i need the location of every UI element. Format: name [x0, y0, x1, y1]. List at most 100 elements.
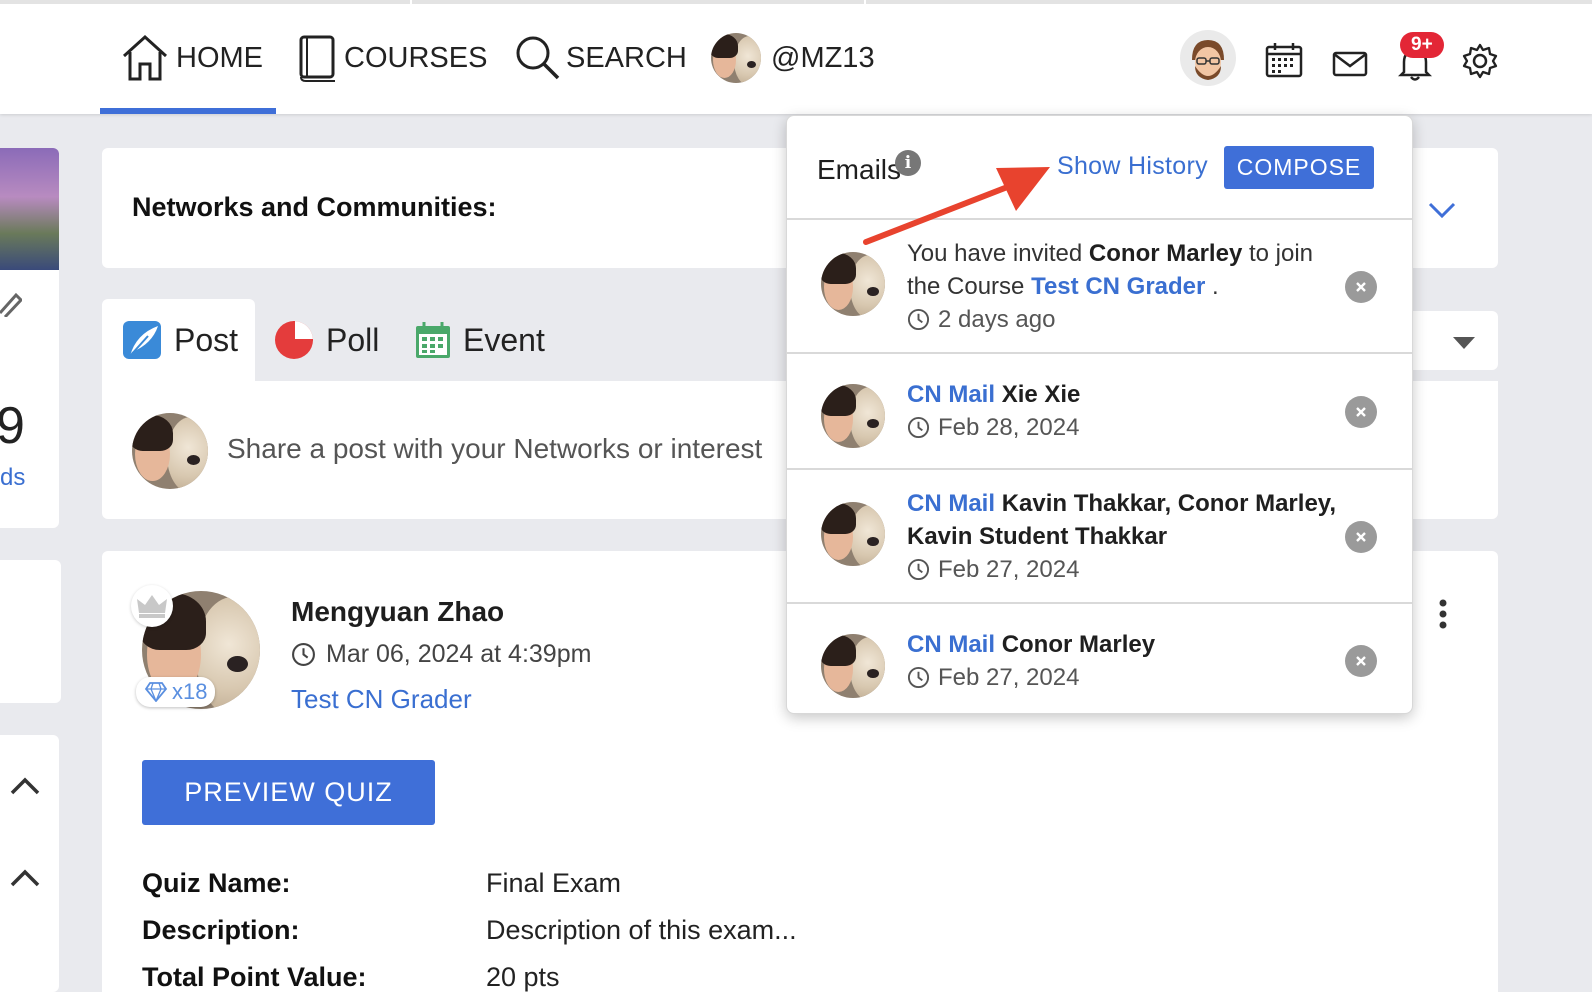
feather-icon	[123, 321, 161, 359]
tab-post[interactable]: Post	[102, 299, 255, 381]
email-item[interactable]: CN Mail Conor Marley Feb 27, 2024	[787, 604, 1412, 713]
close-icon	[1356, 532, 1366, 542]
clock-icon	[907, 308, 930, 331]
post-course-link[interactable]: Test CN Grader	[291, 684, 472, 715]
networks-title: Networks and Communities:	[132, 192, 497, 222]
left-profile-card: 9 ds	[0, 148, 59, 528]
mail-button[interactable]	[1332, 51, 1368, 82]
user-avatar-button[interactable]	[1180, 30, 1236, 91]
left-collapse-card	[0, 735, 59, 992]
share-input-placeholder[interactable]: Share a post with your Networks or inter…	[227, 433, 762, 465]
email-time: 2 days ago	[907, 303, 1347, 336]
top-navigation-bar: HOME COURSES SEARCH @MZ13 9+	[0, 0, 1592, 114]
tab-poll-label: Poll	[326, 321, 380, 358]
chevron-up-icon[interactable]	[10, 869, 40, 887]
cn-mail-link[interactable]: CN Mail	[907, 490, 995, 517]
close-icon	[1356, 656, 1366, 666]
dismiss-email-button[interactable]	[1345, 271, 1377, 303]
email-time: Feb 27, 2024	[907, 553, 1352, 586]
description-label: Description:	[142, 915, 300, 945]
active-tab-indicator	[100, 108, 276, 114]
gear-icon	[1462, 43, 1498, 79]
email-time: Feb 27, 2024	[907, 661, 1347, 694]
gem-count: x18	[172, 679, 208, 704]
dismiss-email-button[interactable]	[1345, 396, 1377, 428]
emails-dropdown: Emails i Show History COMPOSE You have i…	[786, 115, 1413, 714]
post-date-text: Mar 06, 2024 at 4:39pm	[326, 640, 592, 668]
email-text: CN Mail Kavin Thakkar, Conor Marley, Kav…	[907, 487, 1352, 586]
quiz-name-label: Quiz Name:	[142, 868, 291, 898]
clock-icon	[907, 416, 930, 439]
calendar-button[interactable]	[1265, 42, 1303, 83]
dismiss-email-button[interactable]	[1345, 645, 1377, 677]
calendar-icon	[1265, 43, 1303, 78]
email-time: Feb 28, 2024	[907, 411, 1347, 444]
cn-mail-link[interactable]: CN Mail	[907, 381, 995, 408]
book-icon	[299, 35, 335, 82]
email-text: CN Mail Xie Xie Feb 28, 2024	[907, 378, 1347, 444]
clock-icon	[292, 643, 315, 666]
nav-search[interactable]: SEARCH	[514, 28, 687, 88]
composer-avatar	[132, 413, 208, 489]
calendar-icon	[416, 322, 450, 358]
description-value: Description of this exam...	[486, 915, 797, 945]
nav-courses[interactable]: COURSES	[298, 28, 487, 88]
sender-avatar	[821, 634, 885, 698]
diamond-icon	[144, 682, 168, 702]
notification-count-badge: 9+	[1400, 32, 1444, 58]
nav-courses-label: COURSES	[344, 41, 488, 74]
info-icon[interactable]: i	[895, 150, 921, 176]
email-item[interactable]: CN Mail Kavin Thakkar, Conor Marley, Kav…	[787, 470, 1412, 604]
clock-icon	[907, 666, 930, 689]
pie-chart-icon	[275, 321, 313, 359]
nav-search-label: SEARCH	[566, 41, 687, 74]
home-icon	[122, 34, 168, 81]
email-item[interactable]: You have invited Conor Marley to join th…	[787, 220, 1412, 354]
nav-home[interactable]: HOME	[120, 28, 263, 88]
dismiss-email-button[interactable]	[1345, 521, 1377, 553]
quiz-name-value: Final Exam	[486, 868, 622, 898]
compose-button[interactable]: COMPOSE	[1224, 146, 1374, 189]
post-date: Mar 06, 2024 at 4:39pm	[291, 640, 591, 669]
gem-badge: x18	[136, 677, 216, 707]
stat-link[interactable]: ds	[0, 464, 25, 492]
stat-number: 9	[0, 397, 25, 455]
close-icon	[1356, 282, 1366, 292]
nav-username: @MZ13	[771, 41, 875, 74]
tab-event-label: Event	[463, 321, 545, 358]
total-points-label: Total Point Value:	[142, 962, 367, 992]
cn-mail-link[interactable]: CN Mail	[907, 631, 995, 658]
sender-avatar	[821, 252, 885, 316]
more-options-icon[interactable]	[1438, 599, 1448, 629]
close-icon	[1356, 407, 1366, 417]
email-course-link[interactable]: Test CN Grader	[1031, 273, 1205, 300]
tab-post-label: Post	[174, 321, 239, 358]
search-icon	[516, 36, 560, 80]
cartoon-avatar-icon	[1180, 30, 1236, 86]
settings-button[interactable]	[1462, 43, 1498, 84]
crown-badge	[131, 585, 173, 627]
crown-icon	[137, 595, 167, 618]
email-item[interactable]: CN Mail Xie Xie Feb 28, 2024	[787, 354, 1412, 470]
emails-header: Emails i Show History COMPOSE	[787, 116, 1412, 220]
nav-profile[interactable]: @MZ13	[711, 28, 875, 88]
show-history-link[interactable]: Show History	[1057, 152, 1208, 181]
chevron-up-icon[interactable]	[10, 777, 40, 795]
tab-event[interactable]: Event	[415, 299, 545, 381]
chevron-down-icon[interactable]	[1428, 201, 1456, 219]
clock-icon	[907, 558, 930, 581]
left-side-card	[0, 560, 61, 703]
sender-avatar	[821, 502, 885, 566]
profile-avatar	[711, 33, 761, 83]
email-text: CN Mail Conor Marley Feb 27, 2024	[907, 628, 1347, 694]
edit-pencil-icon[interactable]	[0, 291, 22, 317]
email-text: You have invited Conor Marley to join th…	[907, 237, 1347, 336]
sender-avatar	[821, 384, 885, 448]
total-points-value: 20 pts	[486, 962, 560, 992]
email-person: Conor Marley	[1088, 240, 1243, 267]
preview-quiz-button[interactable]: PREVIEW QUIZ	[142, 760, 435, 825]
tab-poll[interactable]: Poll	[274, 299, 379, 381]
post-author-name[interactable]: Mengyuan Zhao	[291, 596, 504, 628]
nav-home-label: HOME	[176, 41, 263, 74]
mail-icon	[1332, 51, 1368, 77]
